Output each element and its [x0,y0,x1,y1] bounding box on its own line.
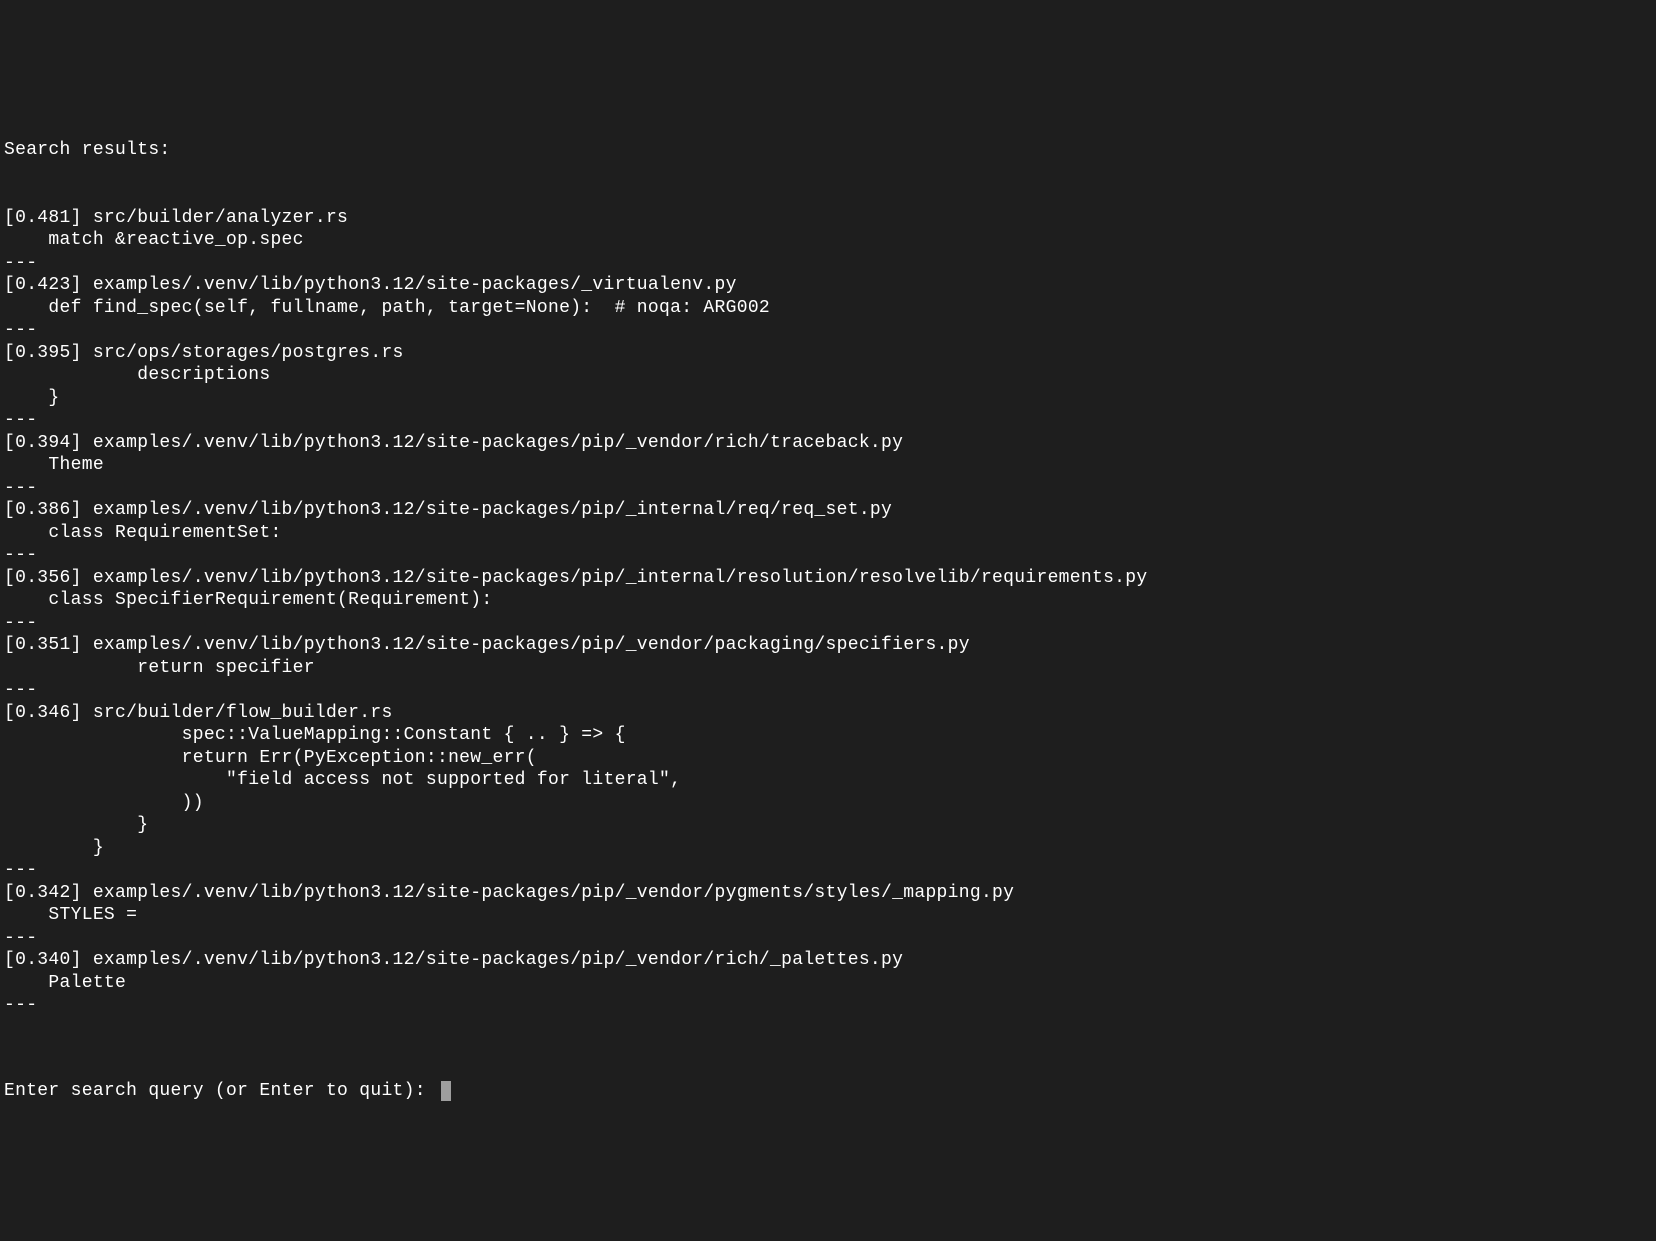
result-snippet: match &reactive_op.spec [4,229,1652,252]
result-snippet: spec::ValueMapping::Constant { .. } => {… [4,724,1652,859]
separator: --- [4,679,1652,702]
separator: --- [4,477,1652,500]
separator: --- [4,612,1652,635]
separator: --- [4,994,1652,1017]
prompt-text: Enter search query (or Enter to quit): [4,1080,437,1103]
result-snippet: def find_spec(self, fullname, path, targ… [4,297,1652,320]
result-snippet: descriptions } [4,364,1652,409]
terminal-output: Search results: [0.481] src/builder/anal… [4,94,1652,1125]
prompt-line[interactable]: Enter search query (or Enter to quit): [4,1080,1652,1103]
result-header: [0.481] src/builder/analyzer.rs [4,207,1652,230]
separator: --- [4,859,1652,882]
result-snippet: class RequirementSet: [4,522,1652,545]
result-header: [0.356] examples/.venv/lib/python3.12/si… [4,567,1652,590]
results-container: [0.481] src/builder/analyzer.rs match &r… [4,207,1652,1017]
separator: --- [4,409,1652,432]
separator: --- [4,544,1652,567]
result-snippet: class SpecifierRequirement(Requirement): [4,589,1652,612]
cursor-icon [441,1081,451,1101]
separator: --- [4,252,1652,275]
result-snippet: Palette [4,972,1652,995]
result-snippet: return specifier [4,657,1652,680]
separator: --- [4,319,1652,342]
search-results-header: Search results: [4,139,1652,162]
result-header: [0.394] examples/.venv/lib/python3.12/si… [4,432,1652,455]
result-header: [0.386] examples/.venv/lib/python3.12/si… [4,499,1652,522]
result-header: [0.351] examples/.venv/lib/python3.12/si… [4,634,1652,657]
result-snippet: Theme [4,454,1652,477]
result-header: [0.423] examples/.venv/lib/python3.12/si… [4,274,1652,297]
result-header: [0.340] examples/.venv/lib/python3.12/si… [4,949,1652,972]
separator: --- [4,927,1652,950]
result-header: [0.342] examples/.venv/lib/python3.12/si… [4,882,1652,905]
result-snippet: STYLES = [4,904,1652,927]
result-header: [0.395] src/ops/storages/postgres.rs [4,342,1652,365]
result-header: [0.346] src/builder/flow_builder.rs [4,702,1652,725]
